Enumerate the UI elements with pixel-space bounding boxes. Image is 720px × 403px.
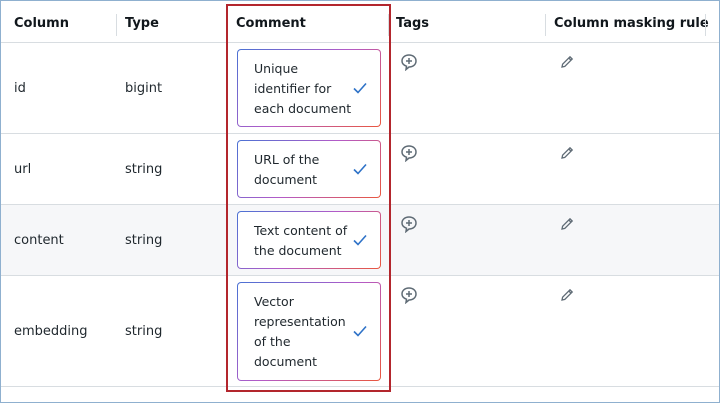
column-header-masking-rule[interactable]: Column masking rule	[554, 1, 709, 43]
header-divider	[705, 14, 706, 36]
column-header-type[interactable]: Type	[125, 1, 159, 43]
header-divider	[116, 14, 117, 36]
pencil-icon[interactable]	[559, 54, 575, 70]
pencil-icon[interactable]	[559, 216, 575, 232]
column-type: bigint	[125, 81, 163, 96]
add-tag-icon[interactable]	[400, 215, 418, 233]
add-tag-icon[interactable]	[400, 286, 418, 304]
comment-column-highlight	[226, 4, 391, 392]
column-name: content	[14, 233, 64, 248]
column-header-tags[interactable]: Tags	[396, 1, 429, 43]
column-name: url	[14, 162, 32, 177]
add-tag-icon[interactable]	[400, 144, 418, 162]
column-type: string	[125, 324, 163, 339]
column-name: embedding	[14, 324, 88, 339]
column-header-column[interactable]: Column	[14, 1, 69, 43]
column-type: string	[125, 162, 163, 177]
pencil-icon[interactable]	[559, 145, 575, 161]
column-name: id	[14, 81, 26, 96]
header-divider	[545, 14, 546, 36]
column-type: string	[125, 233, 163, 248]
add-tag-icon[interactable]	[400, 53, 418, 71]
pencil-icon[interactable]	[559, 287, 575, 303]
